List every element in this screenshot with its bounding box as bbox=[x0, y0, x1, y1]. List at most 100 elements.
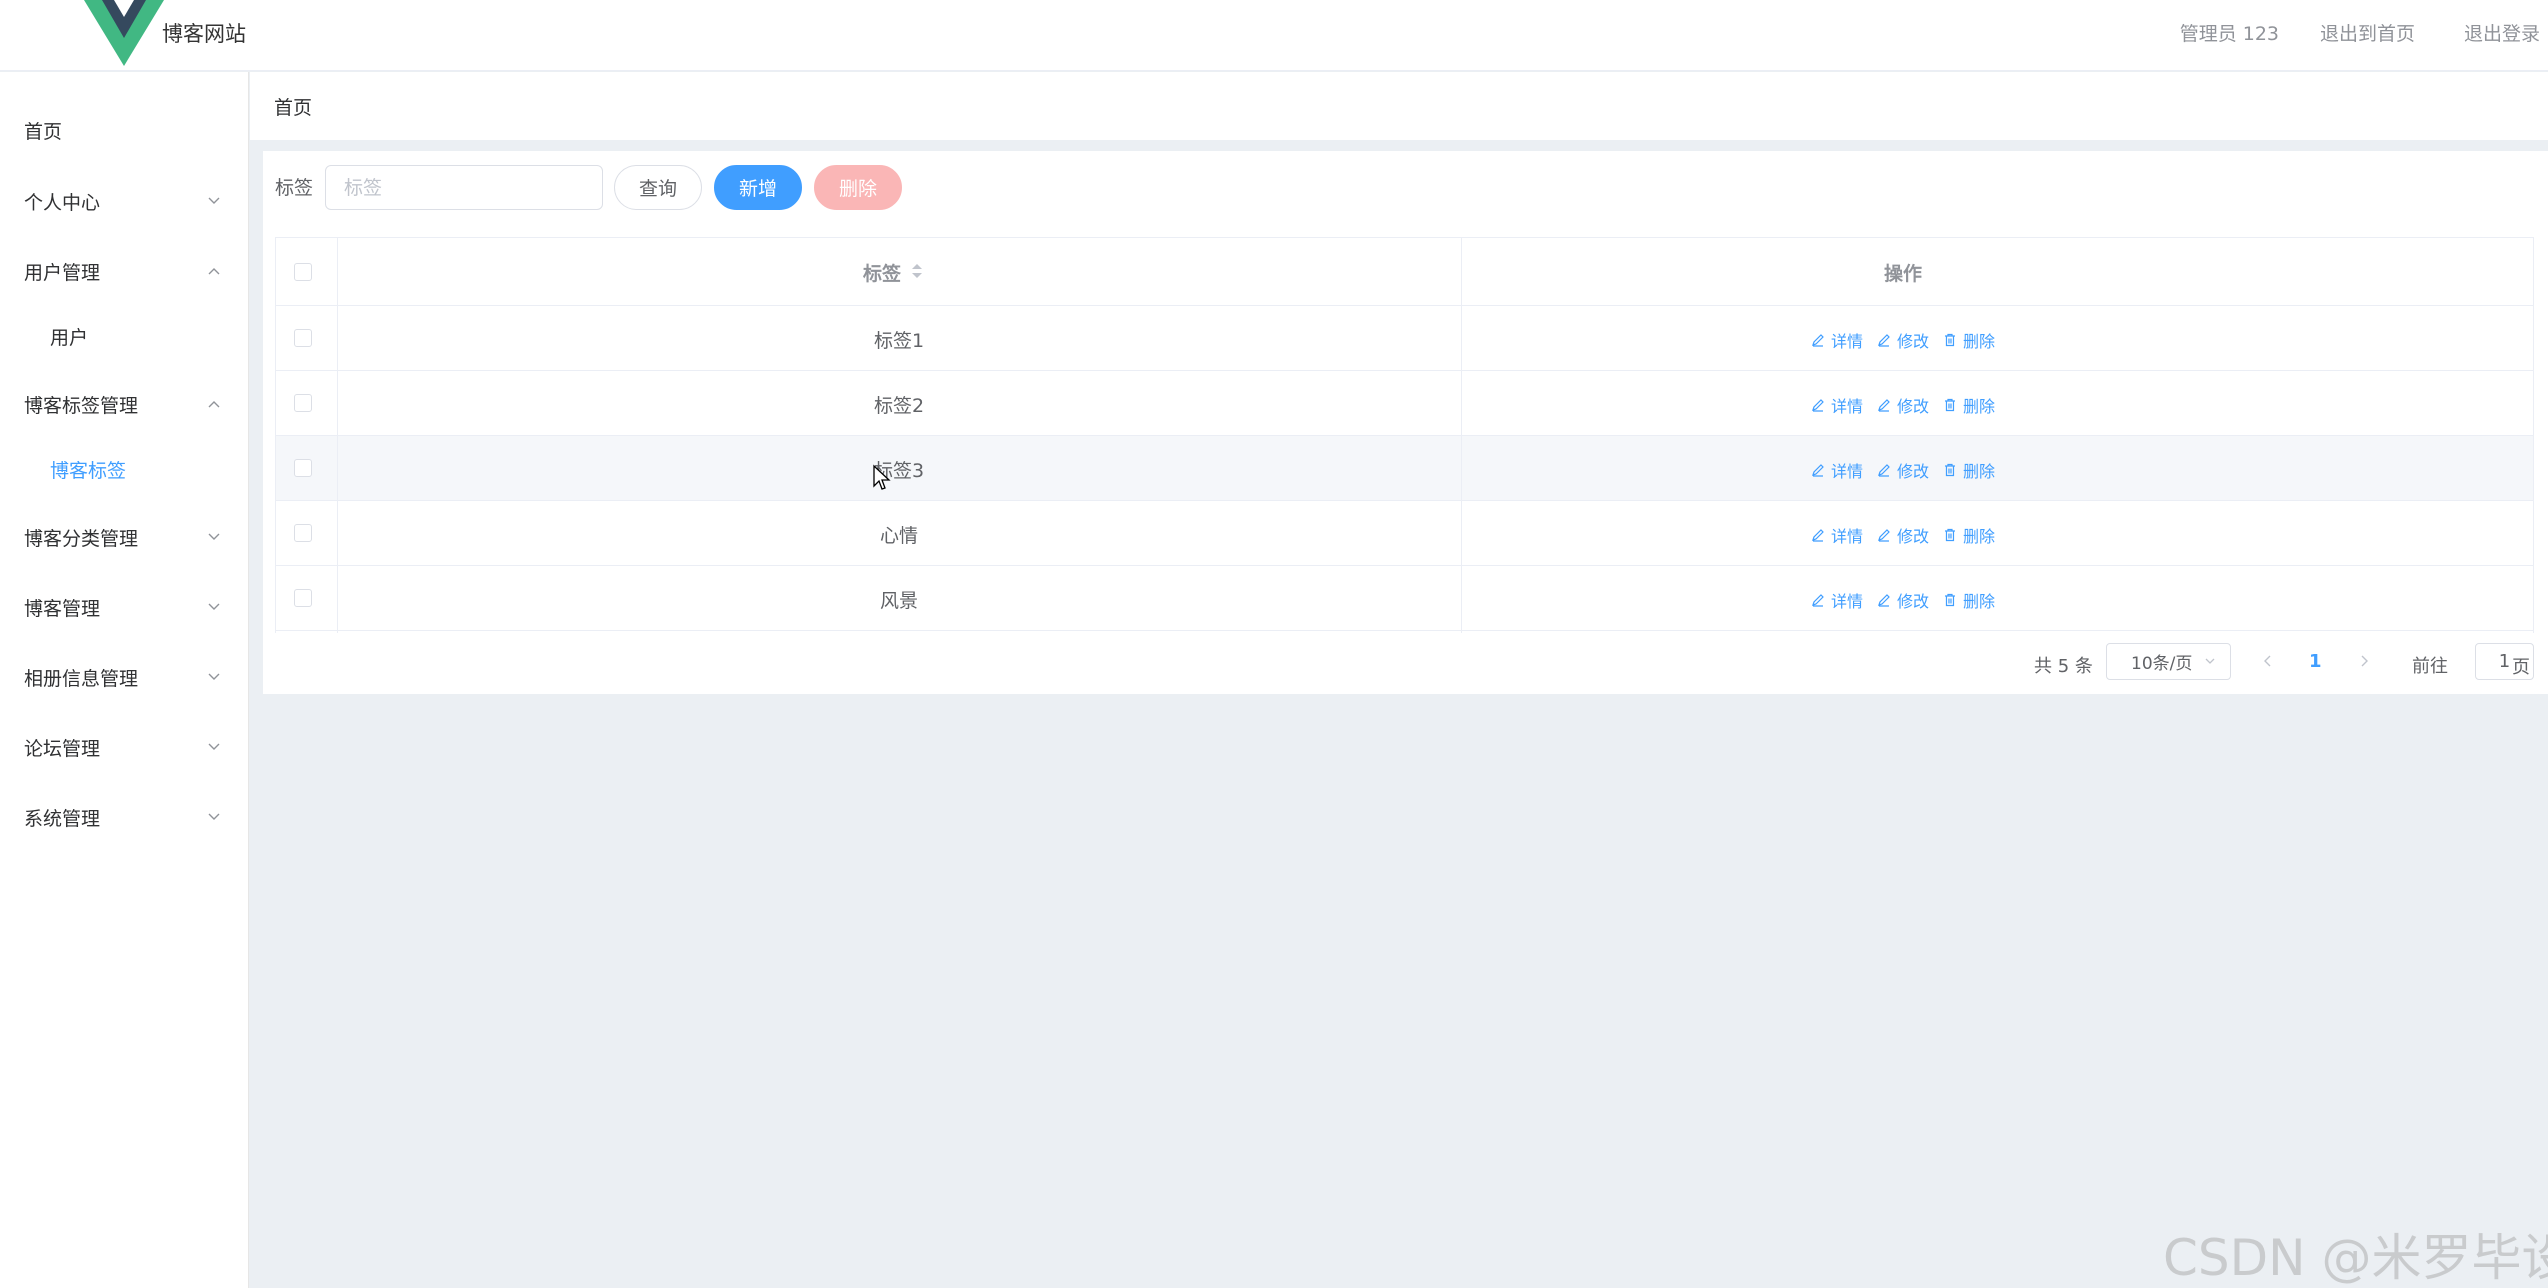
chevron-down-icon bbox=[2205, 658, 2215, 664]
tag-search-input[interactable] bbox=[325, 165, 603, 210]
breadcrumb[interactable]: 首页 bbox=[274, 93, 312, 120]
edit-label: 修改 bbox=[1896, 332, 1930, 351]
delete-button[interactable]: 删除 bbox=[1943, 458, 1995, 482]
detail-label: 详情 bbox=[1830, 332, 1863, 351]
sidebar-item-label: 用户 bbox=[50, 326, 89, 349]
chevron-down-icon bbox=[208, 603, 220, 610]
edit-button[interactable]: 修改 bbox=[1877, 393, 1929, 417]
edit-label: 修改 bbox=[1896, 527, 1930, 546]
row-checkbox[interactable] bbox=[294, 459, 312, 477]
tag-cell: 标签1 bbox=[873, 330, 925, 352]
row-checkbox[interactable] bbox=[294, 589, 312, 607]
edit-button[interactable]: 修改 bbox=[1877, 328, 1929, 352]
table-row: 标签1 详情 修改 删除 bbox=[275, 306, 2534, 371]
breadcrumb-bar: 首页 bbox=[250, 72, 2548, 140]
chevron-down-icon bbox=[208, 197, 220, 204]
row-actions: 详情 修改 删除 bbox=[1811, 328, 1995, 352]
detail-button[interactable]: 详情 bbox=[1811, 458, 1863, 482]
site-title: 博客网站 bbox=[162, 22, 246, 46]
detail-button[interactable]: 详情 bbox=[1811, 328, 1863, 352]
logout-link[interactable]: 退出登录 bbox=[2464, 19, 2540, 46]
watermark: CSDN @米罗毕设 bbox=[2163, 1229, 2548, 1287]
edit-pen-icon bbox=[1878, 594, 1890, 607]
search-label: 标签 bbox=[275, 177, 314, 199]
detail-button[interactable]: 详情 bbox=[1811, 588, 1863, 612]
back-to-home-link[interactable]: 退出到首页 bbox=[2320, 19, 2415, 46]
sidebar-item-blog-management[interactable]: 博客管理 bbox=[0, 587, 249, 627]
mouse-cursor-icon bbox=[873, 464, 891, 490]
table-header: 标签 操作 bbox=[275, 237, 2534, 306]
edit-button[interactable]: 修改 bbox=[1877, 458, 1929, 482]
delete-button[interactable]: 删除 bbox=[1943, 523, 1995, 547]
edit-button[interactable]: 修改 bbox=[1877, 588, 1929, 612]
delete-button[interactable]: 删除 bbox=[1943, 328, 1995, 352]
sidebar-item-users[interactable]: 用户 bbox=[0, 316, 249, 356]
add-button[interactable]: 新增 bbox=[714, 165, 802, 210]
table-row: 标签2 详情 修改 删除 bbox=[275, 371, 2534, 436]
delete-button[interactable]: 删除 bbox=[1943, 588, 1995, 612]
chevron-left-icon[interactable] bbox=[2260, 653, 2276, 669]
column-divider bbox=[1461, 237, 1462, 633]
batch-delete-button[interactable]: 删除 bbox=[814, 165, 902, 210]
sidebar-item-user-management[interactable]: 用户管理 bbox=[0, 251, 249, 291]
row-checkbox[interactable] bbox=[294, 524, 312, 542]
pagination: 共 5 条 10条/页 1 前往 bbox=[263, 643, 2548, 683]
sidebar-item-forum-management[interactable]: 论坛管理 bbox=[0, 727, 249, 767]
chevron-up-icon bbox=[208, 268, 220, 275]
pagination-total: 共 5 条 bbox=[2034, 656, 2093, 677]
sidebar-item-label: 论坛管理 bbox=[24, 737, 101, 760]
sidebar-item-blog-tag-management[interactable]: 博客标签管理 bbox=[0, 384, 249, 424]
chevron-down-icon bbox=[208, 813, 220, 820]
sidebar-item-system-management[interactable]: 系统管理 bbox=[0, 797, 249, 837]
row-checkbox[interactable] bbox=[294, 394, 312, 412]
detail-button[interactable]: 详情 bbox=[1811, 523, 1863, 547]
sidebar-item-personal-center[interactable]: 个人中心 bbox=[0, 181, 249, 221]
sidebar-item-blog-category-management[interactable]: 博客分类管理 bbox=[0, 517, 249, 557]
select-all-checkbox[interactable] bbox=[294, 263, 312, 281]
tag-cell: 标签2 bbox=[873, 395, 925, 417]
query-button[interactable]: 查询 bbox=[614, 165, 702, 210]
column-header-tag[interactable]: 标签 bbox=[863, 259, 901, 286]
edit-pen-icon bbox=[1878, 334, 1890, 347]
detail-button[interactable]: 详情 bbox=[1811, 393, 1863, 417]
sidebar-item-label: 个人中心 bbox=[24, 191, 101, 214]
page-size-select[interactable]: 10条/页 bbox=[2106, 643, 2231, 680]
goto-label: 前往 bbox=[2412, 656, 2448, 677]
table-row: 风景 详情 修改 删除 bbox=[275, 566, 2534, 631]
sort-caret-icon[interactable] bbox=[911, 262, 923, 280]
detail-label: 详情 bbox=[1830, 527, 1863, 546]
chevron-down-icon bbox=[208, 743, 220, 750]
sidebar-item-label: 系统管理 bbox=[24, 807, 101, 830]
chevron-right-icon[interactable] bbox=[2356, 653, 2372, 669]
delete-label: 删除 bbox=[1963, 397, 1996, 416]
sidebar-item-label: 博客分类管理 bbox=[24, 527, 139, 550]
page-suffix: 页 bbox=[2512, 657, 2530, 678]
delete-button[interactable]: 删除 bbox=[1943, 393, 1995, 417]
sidebar-item-label: 首页 bbox=[24, 120, 63, 143]
sidebar-item-home[interactable]: 首页 bbox=[0, 110, 249, 150]
chevron-down-icon bbox=[208, 533, 220, 540]
row-checkbox[interactable] bbox=[294, 329, 312, 347]
trash-icon bbox=[1945, 333, 1956, 347]
content-card: 标签 查询 新增 删除 标签 操作 标签1 详情 修改 删除 标签2 bbox=[263, 151, 2548, 694]
delete-label: 删除 bbox=[1963, 332, 1996, 351]
sidebar-item-album-management[interactable]: 相册信息管理 bbox=[0, 657, 249, 697]
vue-logo-icon bbox=[84, 0, 164, 66]
detail-label: 详情 bbox=[1830, 397, 1863, 416]
delete-label: 删除 bbox=[1963, 462, 1996, 481]
sidebar-item-label: 用户管理 bbox=[24, 261, 101, 284]
row-actions: 详情 修改 删除 bbox=[1811, 458, 1995, 482]
trash-icon bbox=[1945, 463, 1956, 477]
delete-label: 删除 bbox=[1963, 592, 1996, 611]
edit-pen-icon bbox=[1878, 464, 1890, 477]
edit-label: 修改 bbox=[1896, 397, 1930, 416]
sidebar-item-label: 博客标签 bbox=[50, 459, 127, 482]
edit-pen-icon bbox=[1878, 529, 1890, 542]
tag-cell: 心情 bbox=[879, 525, 919, 547]
header-links: 管理员 123 退出到首页 退出登录 bbox=[2148, 19, 2548, 49]
sidebar-item-label: 相册信息管理 bbox=[24, 667, 139, 690]
sidebar-item-blog-tags[interactable]: 博客标签 bbox=[0, 449, 249, 489]
pagination-current-page[interactable]: 1 bbox=[2309, 651, 2322, 672]
edit-button[interactable]: 修改 bbox=[1877, 523, 1929, 547]
edit-pen-icon bbox=[1812, 399, 1824, 412]
